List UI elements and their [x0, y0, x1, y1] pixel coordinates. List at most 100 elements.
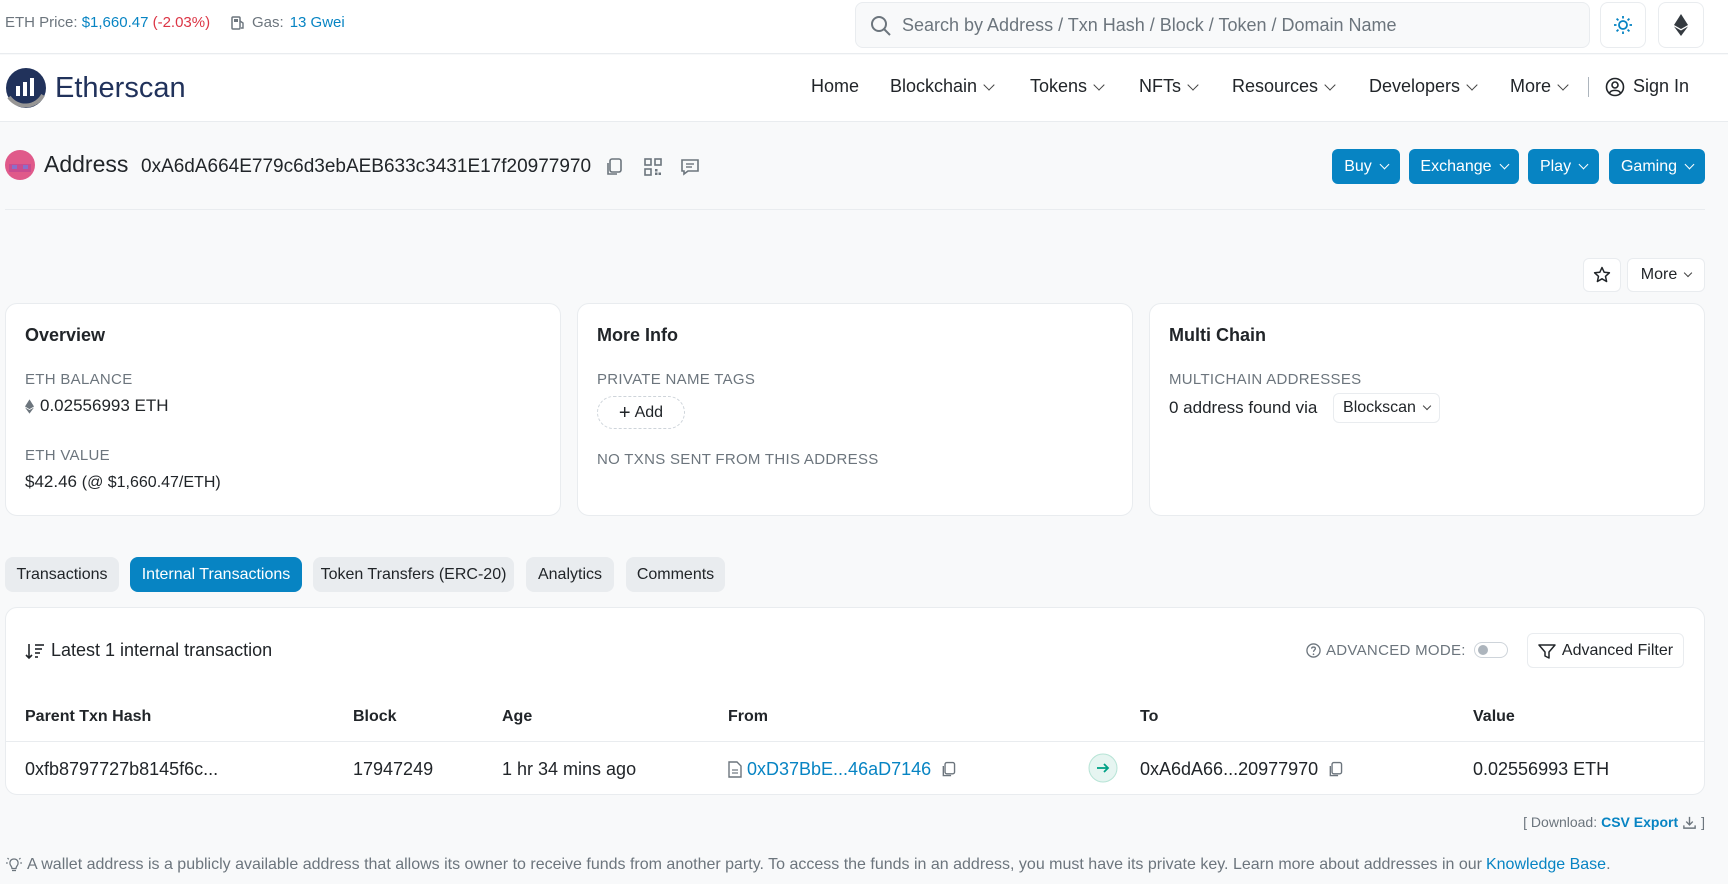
table-header-divider: [6, 741, 1704, 742]
sort-icon: [25, 643, 44, 659]
copy-icon[interactable]: [603, 156, 625, 178]
nav-tokens[interactable]: Tokens: [1030, 76, 1105, 97]
column-header-from: From: [728, 708, 768, 725]
knowledge-base-link[interactable]: Knowledge Base: [1486, 856, 1606, 874]
gaming-button-label: Gaming: [1620, 157, 1678, 175]
tab-analytics[interactable]: Analytics: [526, 557, 614, 592]
chevron-down-icon: [1422, 401, 1432, 411]
qr-code-icon[interactable]: [642, 156, 664, 178]
advanced-filter-button[interactable]: Advanced Filter: [1527, 633, 1684, 668]
copy-icon[interactable]: [939, 760, 958, 779]
download-icon: [1683, 816, 1696, 829]
exchange-button[interactable]: Exchange: [1409, 149, 1519, 184]
tab-comments-label: Comments: [636, 565, 715, 583]
add-tag-label: Add: [634, 403, 664, 421]
tab-internal-transactions-label: Internal Transactions: [141, 565, 291, 583]
block-link[interactable]: 17947249: [353, 759, 433, 780]
blockscan-dropdown[interactable]: Blockscan: [1333, 393, 1440, 423]
chevron-down-icon: [1557, 78, 1569, 91]
parent-txn-hash-link[interactable]: 0xfb8797727b8145f6c...: [25, 759, 218, 780]
nav-divider: [1588, 77, 1589, 97]
buy-button-label: Buy: [1344, 157, 1372, 175]
multi-chain-card: Multi Chain MULTICHAIN ADDRESSES 0 addre…: [1149, 303, 1705, 516]
overview-card: Overview ETH BALANCE 0.02556993 ETH ETH …: [5, 303, 561, 516]
footnote-text: A wallet address is a publicly available…: [27, 856, 1482, 873]
filter-icon: [1538, 643, 1556, 659]
download-close: ]: [1701, 814, 1705, 830]
comment-icon[interactable]: [679, 156, 701, 178]
nav-developers[interactable]: Developers: [1369, 76, 1478, 97]
column-header-age[interactable]: Age: [502, 708, 532, 726]
column-header-value: Value: [1473, 708, 1515, 725]
chevron-down-icon: [1683, 268, 1693, 278]
chevron-down-icon: [1578, 159, 1589, 170]
tab-transactions-label: Transactions: [16, 565, 108, 583]
ethereum-icon: [25, 398, 34, 414]
nav-resources[interactable]: Resources: [1232, 76, 1336, 97]
nav-blockchain[interactable]: Blockchain: [890, 76, 995, 97]
eth-value: $42.46 (@ $1,660.47/ETH): [25, 472, 221, 492]
add-tag-button[interactable]: + Add: [597, 396, 685, 429]
tab-comments[interactable]: Comments: [626, 557, 725, 592]
tab-transactions[interactable]: Transactions: [5, 557, 119, 592]
sign-in-link[interactable]: Sign In: [1605, 76, 1689, 97]
nav-nfts-label: NFTs: [1139, 76, 1181, 96]
csv-export-link[interactable]: CSV Export: [1601, 814, 1678, 830]
advanced-mode-toggle[interactable]: [1474, 642, 1508, 658]
to-cell: 0xA6dA66...20977970: [1140, 759, 1345, 780]
download-label: [ Download:: [1523, 814, 1598, 830]
gaming-button[interactable]: Gaming: [1609, 149, 1705, 184]
multi-chain-title: Multi Chain: [1169, 325, 1266, 345]
top-bar: ETH Price: $1,660.47 (-2.03%) Gas: 13 Gw…: [0, 0, 1728, 54]
eth-price: ETH Price: $1,660.47 (-2.03%): [5, 14, 210, 31]
help-circle-icon: [1306, 643, 1321, 658]
more-info-title: More Info: [597, 325, 678, 345]
tab-token-transfers[interactable]: Token Transfers (ERC-20): [313, 557, 514, 592]
nav-blockchain-label: Blockchain: [890, 76, 978, 96]
header-divider: [5, 209, 1705, 210]
chevron-down-icon: [1499, 159, 1510, 170]
table-summary: Latest 1 internal transaction: [25, 640, 272, 661]
main-nav: Etherscan Home Blockchain Tokens NFTs Re…: [0, 55, 1728, 122]
blockscan-dropdown-label: Blockscan: [1343, 399, 1416, 416]
chevron-down-icon: [1324, 78, 1336, 91]
play-button[interactable]: Play: [1528, 149, 1599, 184]
nav-nfts[interactable]: NFTs: [1139, 76, 1199, 97]
nav-home[interactable]: Home: [811, 76, 859, 97]
favorite-button[interactable]: [1583, 258, 1621, 292]
gas-value[interactable]: 13 Gwei: [290, 14, 345, 31]
advanced-filter-label: Advanced Filter: [1561, 641, 1674, 659]
eth-price-change: (-2.03%): [152, 14, 211, 31]
etherscan-logo[interactable]: Etherscan: [5, 67, 186, 109]
to-address: 0xA6dA66...20977970: [1140, 759, 1319, 779]
column-header-block: Block: [353, 708, 397, 725]
eth-value-label: ETH VALUE: [25, 447, 110, 464]
more-options-button[interactable]: More: [1627, 258, 1705, 292]
multichain-addresses-label: MULTICHAIN ADDRESSES: [1169, 371, 1362, 388]
buy-button[interactable]: Buy: [1332, 149, 1400, 184]
nav-more[interactable]: More: [1510, 76, 1569, 97]
gas-price: Gas: 13 Gwei: [230, 14, 345, 31]
from-address-link[interactable]: 0xD37BbE...46aD7146: [747, 759, 931, 780]
theme-toggle-button[interactable]: [1600, 2, 1646, 48]
chevron-down-icon: [1379, 159, 1390, 170]
arrow-right-icon: [1088, 753, 1118, 783]
advanced-mode: ADVANCED MODE:: [1306, 642, 1466, 659]
advanced-mode-label: ADVANCED MODE:: [1326, 642, 1466, 659]
eth-balance: 0.02556993 ETH: [25, 396, 169, 416]
network-button[interactable]: [1658, 2, 1704, 48]
overview-title: Overview: [25, 325, 106, 345]
copy-icon[interactable]: [1326, 760, 1345, 779]
star-icon: [1593, 266, 1611, 283]
chevron-down-icon: [1466, 78, 1478, 91]
nav-home-label: Home: [811, 76, 860, 96]
gas-label: Gas:: [252, 14, 284, 31]
footnote-end: .: [1606, 856, 1611, 873]
eth-price-value[interactable]: $1,660.47: [82, 14, 149, 31]
no-txns-label: NO TXNS SENT FROM THIS ADDRESS: [597, 451, 879, 468]
page-title: Address: [44, 151, 129, 177]
tab-internal-transactions[interactable]: Internal Transactions: [130, 557, 302, 592]
column-header-parent-txn-hash: Parent Txn Hash: [25, 708, 152, 725]
search-input[interactable]: [902, 3, 1582, 47]
more-options-label: More: [1640, 266, 1678, 283]
